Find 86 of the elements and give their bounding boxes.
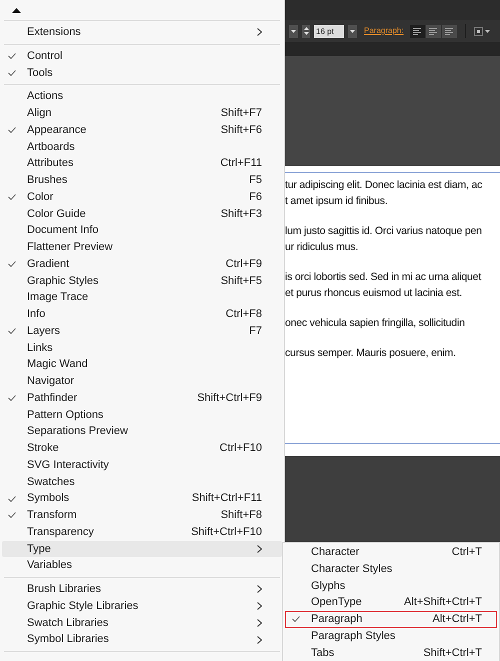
shortcut-label: Shift+Ctrl+F9 [197, 390, 262, 406]
shortcut-label: Shift+F5 [220, 274, 262, 289]
menu-item[interactable]: Pathfinder Shift+Ctrl+F9 [2, 390, 282, 406]
align-button[interactable] [410, 24, 425, 38]
menu-item[interactable]: Magic Wand [2, 356, 282, 373]
shortcut-label: Shift+F6 [220, 122, 262, 138]
menu-item[interactable]: Color F6 [2, 188, 282, 206]
shortcut-label: Shift+F7 [220, 106, 262, 122]
menu-item[interactable]: Symbol Libraries [2, 631, 282, 648]
shortcut-label: Alt+Shift+Ctrl+T [404, 595, 482, 610]
menu-item[interactable]: Info Ctrl+F8 [2, 306, 282, 323]
stepper-button[interactable] [302, 24, 310, 38]
menu-item[interactable]: Extensions [2, 24, 282, 41]
menu-item[interactable]: Flattener Preview [2, 239, 282, 256]
document-text-line: t amet ipsum id finibus. [285, 194, 388, 209]
scroll-up-icon[interactable] [12, 8, 21, 12]
shortcut-label: Ctrl+F8 [226, 307, 262, 322]
menu-item[interactable]: Type [2, 540, 282, 558]
menu-item[interactable]: Stroke Ctrl+F10 [2, 440, 282, 457]
submenu-item[interactable]: Tabs Shift+Ctrl+T [285, 644, 497, 661]
caret-icon [350, 30, 355, 32]
menu-item[interactable]: Document Info [2, 222, 282, 239]
menu-item[interactable]: Transparency Shift+Ctrl+F10 [2, 524, 282, 540]
menu-item[interactable]: Variables [2, 557, 282, 574]
shortcut-label: Shift+F8 [220, 508, 262, 524]
shortcut-label: Shift+Ctrl+T [423, 646, 482, 661]
document-text-line: is orci lobortis sed. Sed in mi ac urna aliquet [285, 270, 482, 285]
paragraph-link[interactable]: Paragraph: [364, 25, 404, 37]
menu-item[interactable]: Brush Libraries [2, 581, 282, 598]
document-text-line: tur adipiscing elit. Donec lacinia est diam, ac [285, 178, 482, 193]
menu-item[interactable]: SVG Interactivity [2, 456, 282, 474]
menu-item[interactable]: Brushes F5 [2, 172, 282, 189]
shortcut-label: Shift+F3 [220, 206, 262, 222]
shortcut-label: Ctrl+F9 [226, 256, 262, 272]
document-text-line: ur ridiculus mus. [285, 240, 358, 255]
menu-item[interactable]: Gradient Ctrl+F9 [2, 256, 282, 272]
align-button[interactable] [426, 24, 441, 38]
stepper-arrows-icon [304, 27, 308, 35]
text-align-icon [413, 28, 422, 34]
text-align-icon [429, 28, 438, 34]
dropdown-button[interactable] [289, 24, 298, 38]
submenu-item[interactable]: Character Ctrl+T [285, 544, 497, 561]
menu-item[interactable]: Attributes Ctrl+F11 [2, 155, 282, 172]
shortcut-label: Shift+Ctrl+F10 [191, 524, 262, 540]
menu-item[interactable]: Actions [2, 88, 282, 105]
shortcut-label: Shift+Ctrl+F11 [192, 491, 262, 506]
menu-item[interactable]: Graphic Style Libraries [2, 598, 282, 614]
menu-item[interactable]: Swatches [2, 474, 282, 490]
menu-item[interactable]: Graphic Styles Shift+F5 [2, 272, 282, 290]
submenu-item[interactable]: OpenType Alt+Shift+Ctrl+T [285, 594, 497, 611]
submenu-item[interactable]: Paragraph Alt+Ctrl+T [285, 611, 497, 628]
menu-item[interactable]: Swatch Libraries [2, 614, 282, 632]
submenu-item[interactable]: Glyphs [285, 578, 497, 594]
shortcut-label: F6 [249, 190, 262, 205]
caret-icon [291, 30, 296, 32]
dropdown-button[interactable] [348, 24, 357, 38]
grid-icon[interactable] [474, 26, 490, 36]
menu-item[interactable]: Layers F7 [2, 322, 282, 340]
document-text-line: et purus rhoncus euismod ut lacinia est. [285, 286, 462, 301]
menu-item[interactable]: Color Guide Shift+F3 [2, 206, 282, 222]
menu-item[interactable]: Separations Preview [2, 423, 282, 440]
text-align-icon [445, 28, 454, 34]
menu-item[interactable]: Align Shift+F7 [2, 105, 282, 122]
menu-item[interactable]: Image Trace [2, 289, 282, 306]
submenu-item[interactable]: Paragraph Styles [285, 628, 497, 644]
shortcut-label: F7 [249, 324, 262, 339]
menu-item[interactable]: Artboards [2, 138, 282, 156]
document-text-line: lum justo sagittis id. Orci varius natoque pen [285, 224, 482, 239]
document-text-line: onec vehicula sapien fringilla, sollicitudin [285, 316, 465, 331]
font-size-field[interactable]: 16 pt [314, 24, 344, 38]
menu-item[interactable]: Appearance Shift+F6 [2, 122, 282, 138]
menu-item[interactable]: Pattern Options [2, 406, 282, 424]
shortcut-label: Ctrl+T [452, 545, 482, 560]
submenu-item[interactable]: Character Styles [285, 560, 497, 578]
shortcut-label: Ctrl+F10 [220, 441, 262, 456]
shortcut-label: F5 [249, 173, 262, 188]
shortcut-label: Alt+Ctrl+T [432, 612, 482, 628]
document-text-line: cursus semper. Mauris posuere, enim. [285, 346, 456, 361]
menu-item[interactable]: Tools [2, 64, 282, 82]
menu-item[interactable]: Links [2, 340, 282, 356]
align-button[interactable] [442, 24, 457, 38]
menu-item[interactable]: Transform Shift+F8 [2, 507, 282, 524]
menu-item[interactable]: Symbols Shift+Ctrl+F11 [2, 490, 282, 507]
menu-item[interactable]: Control [2, 48, 282, 64]
shortcut-label: Ctrl+F11 [220, 156, 262, 172]
menu-item[interactable]: Navigator [2, 373, 282, 390]
